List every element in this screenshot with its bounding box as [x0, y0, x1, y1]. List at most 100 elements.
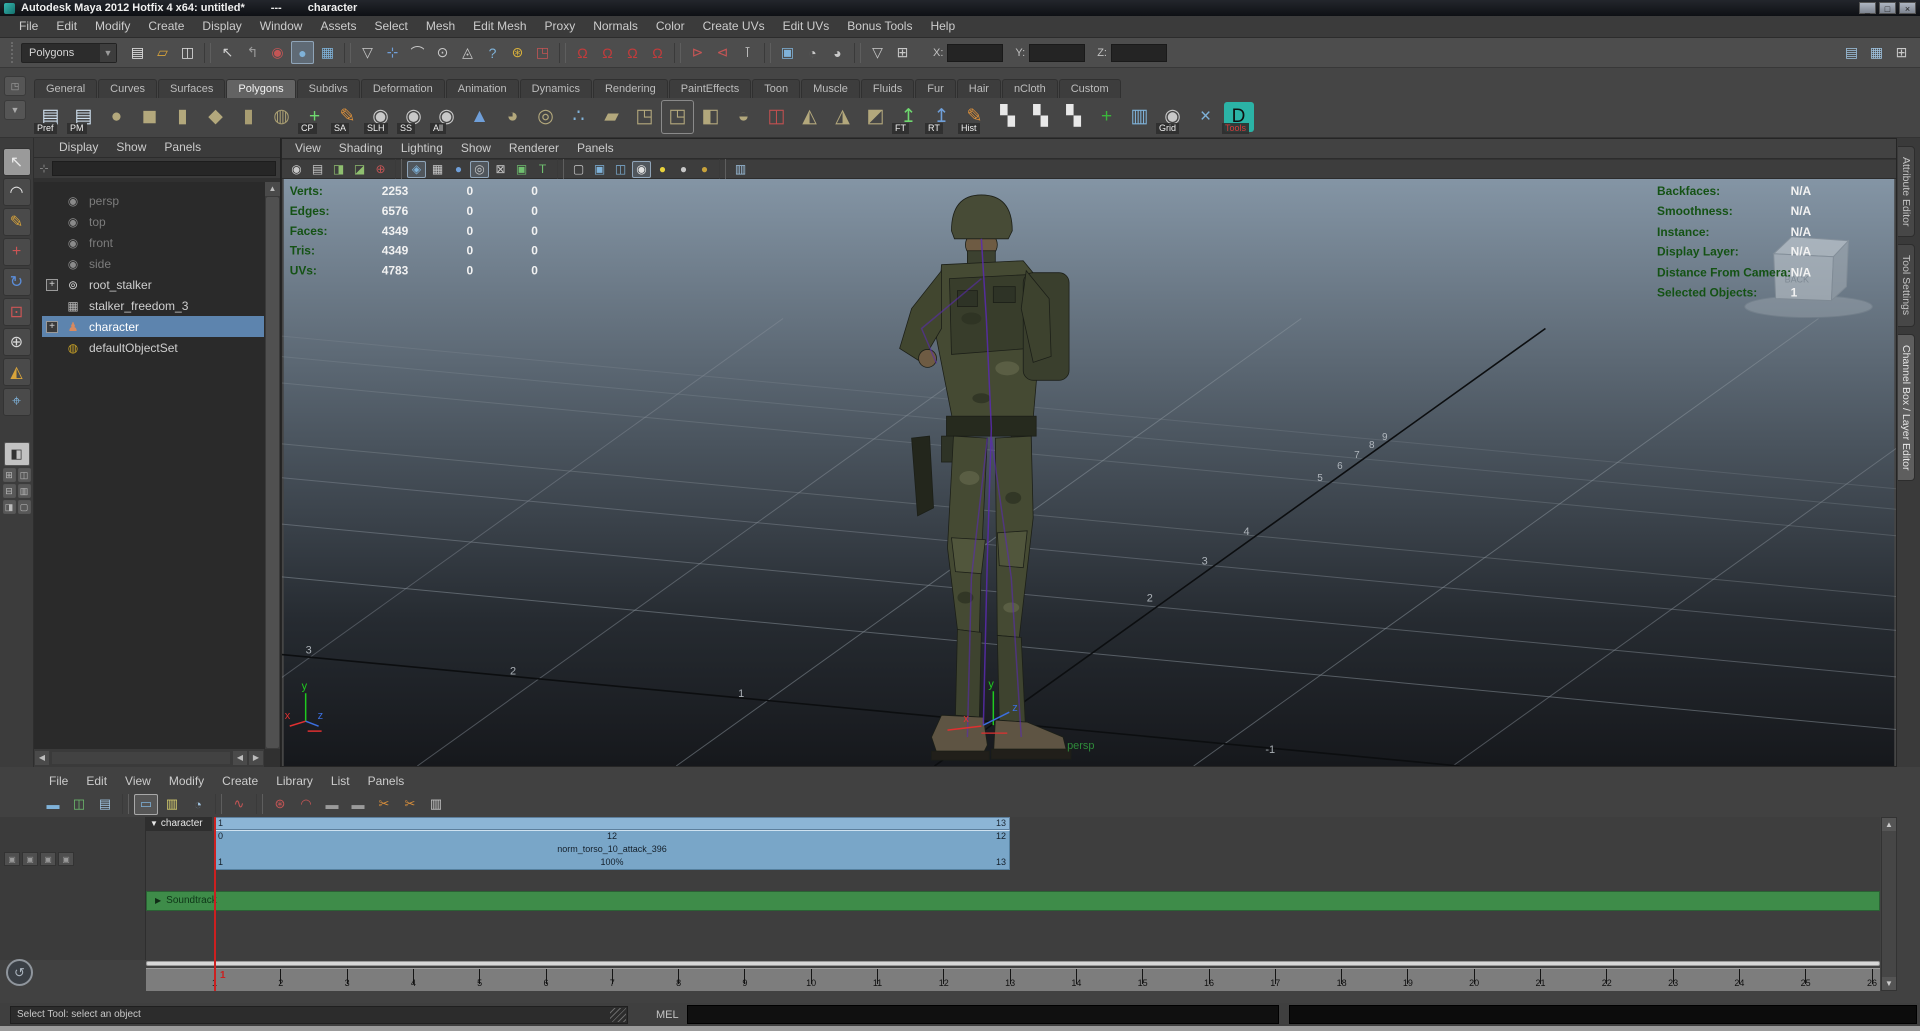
- select-tool[interactable]: ↖: [3, 148, 31, 176]
- viewport-menu-item[interactable]: Renderer: [500, 138, 568, 159]
- trax-menu-item[interactable]: Modify: [160, 771, 213, 792]
- trax-menu-item[interactable]: View: [116, 771, 160, 792]
- shelf-unfold[interactable]: ◮: [826, 100, 859, 134]
- timeline-tick[interactable]: 23: [1662, 969, 1684, 991]
- snap-to-grid-icon[interactable]: Ω: [571, 41, 594, 64]
- universal-manipulator-tool[interactable]: ⊕: [3, 328, 31, 356]
- shelf-tab[interactable]: PaintEffects: [669, 79, 752, 98]
- timeline-tick[interactable]: 12: [932, 969, 954, 991]
- shelf-uv-editor[interactable]: ▥: [1123, 100, 1156, 134]
- shelf-tab[interactable]: Fluids: [861, 79, 914, 98]
- collapse-triangle-icon[interactable]: ▼: [150, 819, 158, 828]
- trax-menu-item[interactable]: Panels: [359, 771, 414, 792]
- shelf-fold[interactable]: ◭: [793, 100, 826, 134]
- trax-toolbar-icon[interactable]: [122, 794, 129, 814]
- menu-item[interactable]: Modify: [86, 16, 139, 37]
- offset-right-icon[interactable]: ▬: [346, 794, 370, 815]
- rotate-tool[interactable]: ↻: [3, 268, 31, 296]
- shelf-menu-button[interactable]: ◳: [4, 76, 26, 96]
- menu-item[interactable]: Window: [251, 16, 312, 37]
- render-current-frame-icon[interactable]: ◔: [801, 41, 824, 64]
- menu-item[interactable]: File: [10, 16, 47, 37]
- scale-tool[interactable]: ⊡: [3, 298, 31, 326]
- ipr-render-icon[interactable]: ◕: [826, 41, 849, 64]
- highlight-filter-icon[interactable]: ▽: [356, 41, 379, 64]
- shelf-reset-transform[interactable]: ↥ RT: [925, 100, 958, 134]
- trax-menu-item[interactable]: Create: [213, 771, 267, 792]
- snap-to-point-icon[interactable]: Ω: [621, 41, 644, 64]
- layout-outliner-persp[interactable]: ◨: [3, 500, 16, 514]
- outliner-item[interactable]: ◉ top: [34, 211, 264, 232]
- shelf-open-box[interactable]: ◒: [727, 100, 760, 134]
- layout-two-pane-stacked[interactable]: ⊟: [3, 484, 16, 498]
- timeline-tick[interactable]: 24: [1728, 969, 1750, 991]
- trax-vertical-scrollbar[interactable]: ▲ ▼: [1881, 817, 1897, 991]
- layout-single-pane[interactable]: ◧: [4, 442, 30, 466]
- outliner-vertical-scrollbar[interactable]: ▲: [264, 182, 280, 749]
- menu-item[interactable]: Create: [139, 16, 193, 37]
- new-scene-icon[interactable]: ▤: [126, 41, 149, 64]
- outliner-item[interactable]: ◉ side: [34, 253, 264, 274]
- scroll-up-icon[interactable]: ▲: [1882, 818, 1896, 831]
- shelf-snap-align[interactable]: ✎ SA: [331, 100, 364, 134]
- resize-grip-icon[interactable]: [610, 1008, 626, 1022]
- scroll-left-icon[interactable]: ◀: [233, 751, 247, 765]
- playhead[interactable]: [214, 817, 216, 991]
- animation-clip[interactable]: 0 12 12 norm_torso_10_attack_396 1 100% …: [214, 830, 1010, 870]
- shelf-delete-history[interactable]: ✎ Hist: [958, 100, 991, 134]
- timeline-tick[interactable]: 6: [535, 969, 557, 991]
- offset-left-icon[interactable]: ▬: [320, 794, 344, 815]
- timeline-tick[interactable]: 8: [667, 969, 689, 991]
- timeline-tick[interactable]: 21: [1529, 969, 1551, 991]
- trax-timeline-ruler[interactable]: 1 2 3 4 5 6: [146, 968, 1880, 991]
- timeline-tick[interactable]: 15: [1131, 969, 1153, 991]
- default-lighting-icon[interactable]: ●: [695, 161, 714, 178]
- menu-item[interactable]: Color: [647, 16, 694, 37]
- shelf-smooth-all[interactable]: ◉ All: [430, 100, 463, 134]
- timeline-tick[interactable]: 4: [402, 969, 424, 991]
- timeline-tick[interactable]: 13: [999, 969, 1021, 991]
- scroll-right-icon[interactable]: ▶: [249, 751, 263, 765]
- menu-item[interactable]: Normals: [584, 16, 647, 37]
- outliner-menu-item[interactable]: Show: [107, 137, 155, 158]
- layout-four-pane[interactable]: ⊞: [3, 468, 16, 482]
- open-scene-icon[interactable]: ▱: [151, 41, 174, 64]
- render-view-icon[interactable]: ▣: [776, 41, 799, 64]
- save-scene-icon[interactable]: ◫: [176, 41, 199, 64]
- menu-item[interactable]: Display: [193, 16, 250, 37]
- isolate-select-icon[interactable]: ▥: [731, 161, 750, 178]
- track-control-icon[interactable]: ▣: [4, 852, 20, 866]
- select-by-component-icon[interactable]: ▦: [316, 41, 339, 64]
- split-clip-icon[interactable]: ✂: [372, 794, 396, 815]
- toolbar-grip[interactable]: [11, 42, 16, 62]
- shelf-uv-checker-2[interactable]: ▚: [1024, 100, 1057, 134]
- layout-three-pane[interactable]: ▥: [18, 484, 31, 498]
- shelf-poly-cube[interactable]: ◼: [133, 100, 166, 134]
- x-coordinate-input[interactable]: [947, 44, 1003, 62]
- track-control-icon[interactable]: ▣: [58, 852, 74, 866]
- shelf-preferences[interactable]: ▤ Pref: [34, 100, 67, 134]
- merge-clips-icon[interactable]: ✂: [398, 794, 422, 815]
- viewport-icon[interactable]: [557, 159, 564, 179]
- create-clip-icon[interactable]: ▬: [41, 794, 65, 815]
- panel-layout-icon[interactable]: ▦: [1865, 41, 1888, 64]
- shelf-split-plane[interactable]: ◩: [859, 100, 892, 134]
- menu-item[interactable]: Create UVs: [694, 16, 774, 37]
- timeline-tick[interactable]: 20: [1463, 969, 1485, 991]
- shelf-revolve[interactable]: ▲: [463, 100, 496, 134]
- trax-menu-item[interactable]: Library: [267, 771, 322, 792]
- shelf-tab[interactable]: Surfaces: [158, 79, 225, 98]
- frame-range-icon[interactable]: ▥: [424, 794, 448, 815]
- wireframe-on-shaded-icon[interactable]: ◫: [611, 161, 630, 178]
- scroll-left-icon[interactable]: ◀: [35, 751, 49, 765]
- soft-modification-tool[interactable]: ◭: [3, 358, 31, 386]
- shelf-tab[interactable]: Animation: [446, 79, 519, 98]
- timeline-tick[interactable]: 11: [866, 969, 888, 991]
- toolbar-icon[interactable]: [204, 43, 211, 63]
- menu-item[interactable]: Help: [921, 16, 964, 37]
- selection-mask-icon[interactable]: ⊹: [381, 41, 404, 64]
- shelf-interactive-plane-2[interactable]: ◳: [661, 100, 694, 134]
- dock-tab[interactable]: Channel Box / Layer Editor: [1898, 334, 1915, 482]
- timeline-tick[interactable]: 22: [1595, 969, 1617, 991]
- bookmarks-icon[interactable]: ◨: [329, 161, 348, 178]
